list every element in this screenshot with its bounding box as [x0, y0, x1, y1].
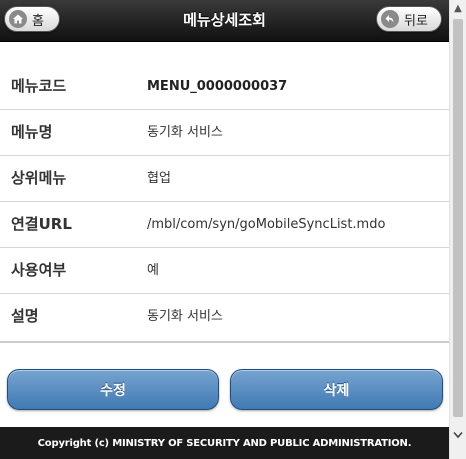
back-button-label: 뒤로 — [404, 13, 428, 29]
scroll-thumb[interactable] — [453, 19, 463, 417]
scroll-down-icon[interactable] — [450, 426, 466, 443]
home-button[interactable]: 홈 — [4, 6, 60, 32]
back-button[interactable]: 뒤로 — [376, 6, 442, 32]
description-label: 설명 — [11, 307, 39, 325]
url-label: 연결URL — [11, 215, 72, 233]
detail-row-menu-name: 메뉴명 동기화 서비스 — [0, 110, 449, 156]
detail-row-menu-code: 메뉴코드 MENU_0000000037 — [0, 64, 449, 110]
scroll-up-icon[interactable]: ▲ — [450, 0, 466, 17]
parent-menu-label: 상위메뉴 — [11, 169, 67, 187]
use-yn-label: 사용여부 — [11, 261, 67, 279]
delete-button[interactable]: 삭제 — [230, 369, 443, 410]
detail-row-use-yn: 사용여부 예 — [0, 248, 449, 294]
app-window: 메뉴상세조회 홈 뒤로 메뉴코드 MENU_0000000037 메뉴명 동기화… — [0, 0, 449, 459]
vertical-scrollbar[interactable]: ▲ — [449, 0, 466, 459]
menu-name-label: 메뉴명 — [11, 123, 53, 141]
detail-row-parent-menu: 상위메뉴 협업 — [0, 156, 449, 202]
header-bar: 메뉴상세조회 홈 뒤로 — [0, 0, 449, 42]
description-value: 동기화 서비스 — [147, 309, 223, 324]
footer-copyright: Copyright (c) MINISTRY OF SECURITY AND P… — [0, 427, 449, 459]
menu-name-value: 동기화 서비스 — [147, 125, 223, 140]
menu-code-value: MENU_0000000037 — [147, 79, 288, 94]
detail-row-url: 연결URL /mbl/com/syn/goMobileSyncList.mdo — [0, 202, 449, 248]
home-button-label: 홈 — [32, 13, 44, 29]
use-yn-value: 예 — [147, 263, 159, 278]
parent-menu-value: 협업 — [147, 171, 171, 186]
home-icon — [9, 10, 27, 28]
edit-button[interactable]: 수정 — [7, 369, 219, 410]
back-arrow-icon — [381, 10, 399, 28]
url-value: /mbl/com/syn/goMobileSyncList.mdo — [147, 217, 386, 232]
menu-detail-table: 메뉴코드 MENU_0000000037 메뉴명 동기화 서비스 상위메뉴 협업… — [0, 64, 449, 343]
detail-row-description: 설명 동기화 서비스 — [0, 294, 449, 343]
menu-code-label: 메뉴코드 — [11, 77, 67, 95]
